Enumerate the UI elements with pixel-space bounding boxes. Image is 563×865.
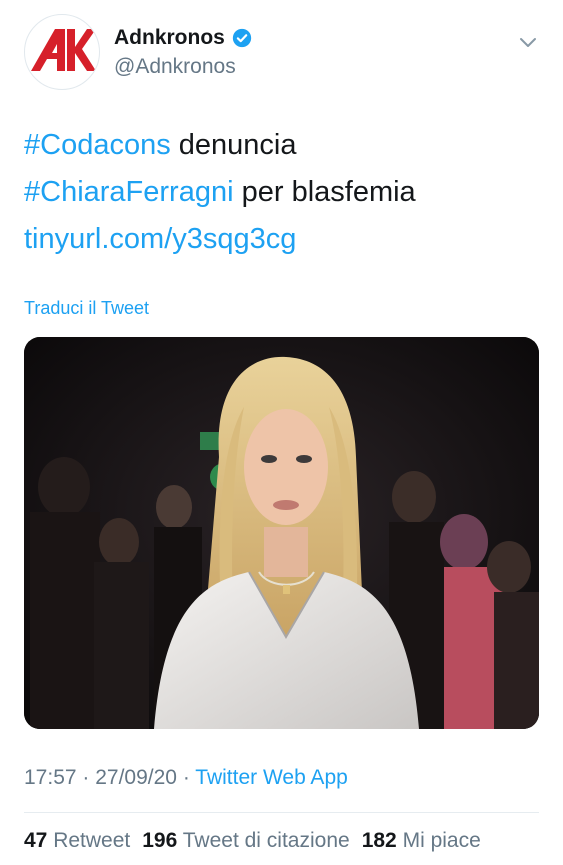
tweet-meta: 17:57 · 27/09/20 · Twitter Web App <box>24 766 348 790</box>
display-name-text[interactable]: Adnkronos <box>114 26 225 50</box>
translate-tweet-link[interactable]: Traduci il Tweet <box>24 298 149 319</box>
quote-label: Tweet di citazione <box>182 829 350 852</box>
meta-separator: · <box>176 766 196 789</box>
quote-stat[interactable]: 196 Tweet di citazione <box>142 829 349 852</box>
chevron-down-icon[interactable] <box>518 32 538 52</box>
retweet-label: Retweet <box>53 829 131 852</box>
divider <box>24 812 539 813</box>
retweet-count: 47 <box>24 829 48 852</box>
meta-separator: · <box>76 766 96 789</box>
tweet-text-part: per blasfemia <box>233 176 416 208</box>
retweet-stat[interactable]: 47 Retweet <box>24 829 130 852</box>
like-label: Mi piace <box>402 829 481 852</box>
tweet-photo[interactable] <box>24 337 539 729</box>
tweet-date[interactable]: 27/09/20 <box>95 766 177 789</box>
hashtag-chiaraferragni[interactable]: #ChiaraFerragni <box>24 176 234 208</box>
like-stat[interactable]: 182 Mi piace <box>362 829 481 852</box>
verified-badge-icon <box>232 28 252 48</box>
tweet-source-link[interactable]: Twitter Web App <box>195 766 348 789</box>
photo-illustration <box>24 337 539 729</box>
tweet-header: Adnkronos @Adnkronos <box>24 14 544 94</box>
display-name[interactable]: Adnkronos <box>114 26 253 50</box>
tweet-text-part: denuncia <box>170 129 297 161</box>
tweet-line-2: #ChiaraFerragni per blasfemia <box>24 169 534 216</box>
tweet-text: #Codacons denuncia #ChiaraFerragni per b… <box>24 122 534 263</box>
tweet-line-1: #Codacons denuncia <box>24 122 534 169</box>
avatar[interactable] <box>24 14 100 90</box>
tweet-line-3: tinyurl.com/y3sqg3cg <box>24 216 534 263</box>
tweet-time[interactable]: 17:57 <box>24 766 77 789</box>
like-count: 182 <box>361 829 397 852</box>
hashtag-codacons[interactable]: #Codacons <box>24 129 171 161</box>
tweet-url-link[interactable]: tinyurl.com/y3sqg3cg <box>24 223 296 255</box>
adnkronos-logo-icon <box>31 29 96 71</box>
quote-count: 196 <box>142 829 178 852</box>
tweet-stats: 47 Retweet 196 Tweet di citazione 182 Mi p… <box>24 829 481 853</box>
user-handle[interactable]: @Adnkronos <box>114 55 253 79</box>
